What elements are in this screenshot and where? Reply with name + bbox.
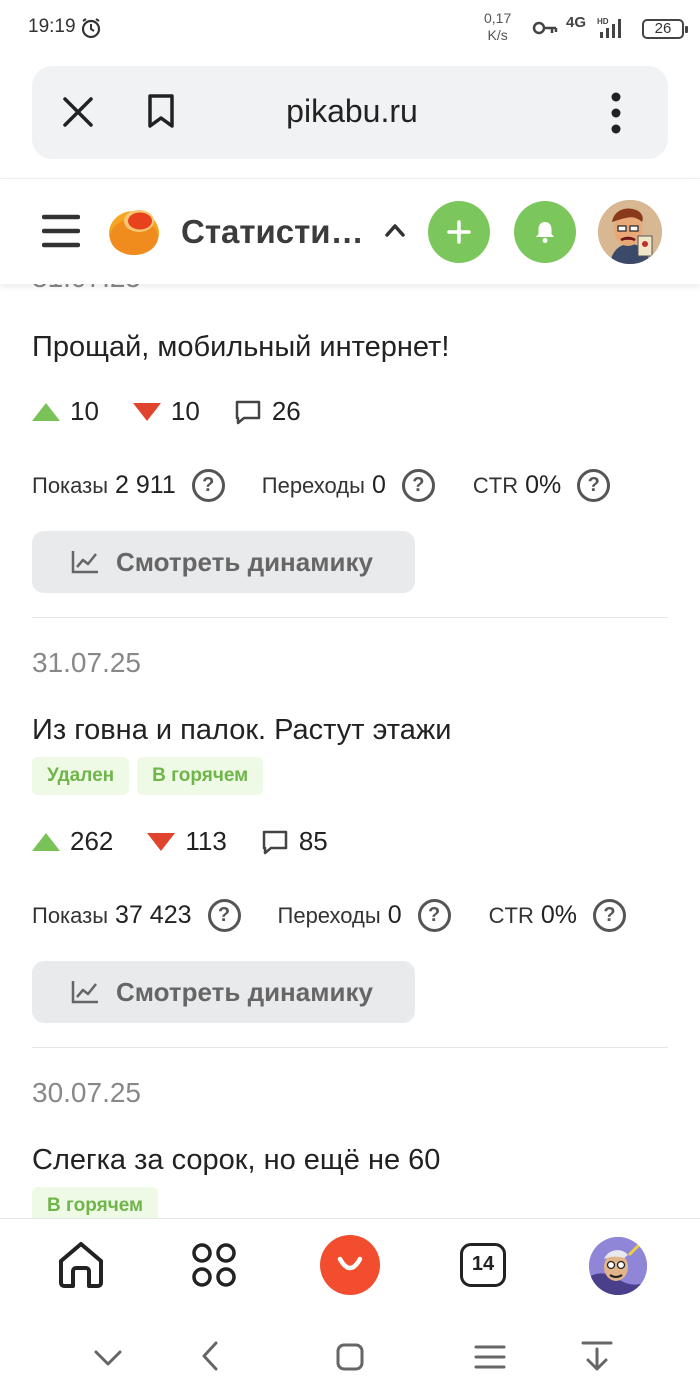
views-label: Показы	[32, 902, 109, 928]
comment-count: 26	[234, 396, 301, 427]
comment-value: 85	[298, 826, 328, 856]
home-square-icon[interactable]	[335, 1342, 365, 1377]
home-icon[interactable]	[56, 1239, 106, 1294]
post-badges: Удален В горячем	[32, 757, 264, 795]
help-icon[interactable]: ?	[592, 899, 626, 932]
upvote-count: 10	[32, 396, 99, 427]
post-votes: 10 10 26	[32, 396, 301, 427]
bell-icon	[536, 222, 554, 243]
upvote-value: 10	[70, 396, 99, 426]
vpn-key-icon	[532, 20, 558, 41]
download-icon[interactable]	[581, 1340, 613, 1379]
post-votes: 262 113 85	[32, 826, 328, 857]
downvote-icon	[147, 832, 176, 851]
system-navigation-bar	[0, 1316, 700, 1400]
menu-dots-icon[interactable]	[610, 92, 622, 139]
hamburger-menu-icon[interactable]	[41, 212, 81, 255]
post-stats-list: 31.07.25 Прощай, мобильный интернет! 10 …	[0, 284, 700, 1218]
net-speed-unit: K/s	[487, 27, 508, 43]
clicks-value: 0	[371, 471, 386, 499]
post-title[interactable]: Прощай, мобильный интернет!	[32, 331, 449, 364]
downvote-count: 113	[147, 826, 227, 857]
user-avatar[interactable]	[598, 200, 662, 264]
clicks-label: Переходы	[261, 472, 365, 498]
views-label: Показы	[32, 472, 109, 498]
post-title[interactable]: Из говна и палок. Растут этажи	[32, 714, 451, 747]
view-dynamics-button[interactable]: Смотреть динамику	[32, 961, 415, 1023]
badge-hot: В горячем	[137, 757, 264, 795]
downvote-value: 10	[170, 396, 200, 426]
view-dynamics-button[interactable]: Смотреть динамику	[32, 531, 415, 593]
alice-icon	[337, 1256, 363, 1271]
views-value: 37 423	[115, 901, 192, 929]
chart-icon	[71, 981, 98, 1004]
help-icon[interactable]: ?	[401, 469, 435, 502]
upvote-icon	[32, 832, 60, 851]
page-title[interactable]: Статисти…	[181, 213, 364, 251]
divider	[32, 1047, 668, 1048]
badge-deleted: Удален	[32, 757, 130, 795]
post-stats-row: Показы 37 423 ? Переходы 0 ? CTR 0% ?	[32, 899, 626, 932]
signal-icon: HD	[597, 16, 623, 45]
help-icon[interactable]: ?	[191, 469, 225, 502]
post-stats-row: Показы 2 911 ? Переходы 0 ? CTR 0% ?	[32, 469, 611, 502]
badge-hot: В горячем	[32, 1187, 159, 1218]
help-icon[interactable]: ?	[577, 469, 611, 502]
comment-icon	[262, 830, 288, 854]
view-dynamics-label: Смотреть динамику	[116, 976, 373, 1007]
add-post-button[interactable]	[428, 201, 490, 263]
back-icon[interactable]	[200, 1340, 220, 1377]
ctr-value: 0%	[540, 901, 577, 929]
post-date: 31.07.25	[32, 284, 141, 294]
comment-value: 26	[271, 396, 301, 426]
upvote-icon	[32, 402, 60, 421]
ctr-value: 0%	[525, 471, 562, 499]
net-speed: 0,17 K/s	[484, 10, 511, 44]
chart-icon	[71, 551, 98, 574]
recent-apps-icon[interactable]	[474, 1344, 506, 1375]
profile-avatar[interactable]	[589, 1237, 647, 1295]
browser-address-bar: pikabu.ru	[32, 66, 668, 159]
clicks-value: 0	[387, 901, 402, 929]
downvote-icon	[132, 402, 161, 421]
clicks-label: Переходы	[277, 902, 381, 928]
status-time: 19:19	[28, 16, 76, 37]
post-badges: В горячем	[32, 1187, 159, 1218]
chevron-down-icon[interactable]	[93, 1348, 123, 1373]
help-icon[interactable]: ?	[417, 899, 451, 932]
services-grid-icon[interactable]	[192, 1243, 236, 1292]
views-value: 2 911	[115, 471, 176, 499]
plus-icon	[447, 220, 471, 244]
ctr-label: CTR	[472, 472, 519, 498]
upvote-count: 262	[32, 826, 113, 857]
notifications-button[interactable]	[514, 201, 576, 263]
comment-icon	[235, 400, 261, 424]
network-type: 4G	[566, 14, 587, 31]
net-speed-value: 0,17	[484, 10, 512, 26]
url-text[interactable]: pikabu.ru	[32, 93, 672, 130]
pikabu-logo[interactable]	[106, 203, 162, 264]
site-header: Статисти…	[0, 178, 700, 284]
alice-assistant-button[interactable]	[320, 1235, 380, 1295]
downvote-count: 10	[132, 396, 200, 427]
tabs-count-button[interactable]: 14	[460, 1243, 506, 1287]
battery-indicator: 26	[642, 19, 688, 39]
browser-bottom-nav: 14	[0, 1218, 700, 1316]
view-dynamics-label: Смотреть динамику	[116, 546, 373, 577]
ctr-label: CTR	[488, 902, 534, 928]
post-title[interactable]: Слегка за сорок, но ещё не 60	[32, 1144, 440, 1177]
svg-text:HD: HD	[597, 17, 609, 26]
post-date: 30.07.25	[32, 1077, 141, 1108]
divider	[32, 617, 668, 618]
upvote-value: 262	[70, 826, 114, 856]
post-date: 31.07.25	[32, 647, 141, 678]
status-bar: 19:19 0,17 K/s 4G HD 26	[0, 0, 700, 58]
downvote-value: 113	[185, 826, 227, 856]
chevron-up-icon[interactable]	[384, 222, 406, 243]
help-icon[interactable]: ?	[207, 899, 241, 932]
alarm-icon	[80, 17, 102, 44]
comment-count: 85	[261, 826, 328, 857]
